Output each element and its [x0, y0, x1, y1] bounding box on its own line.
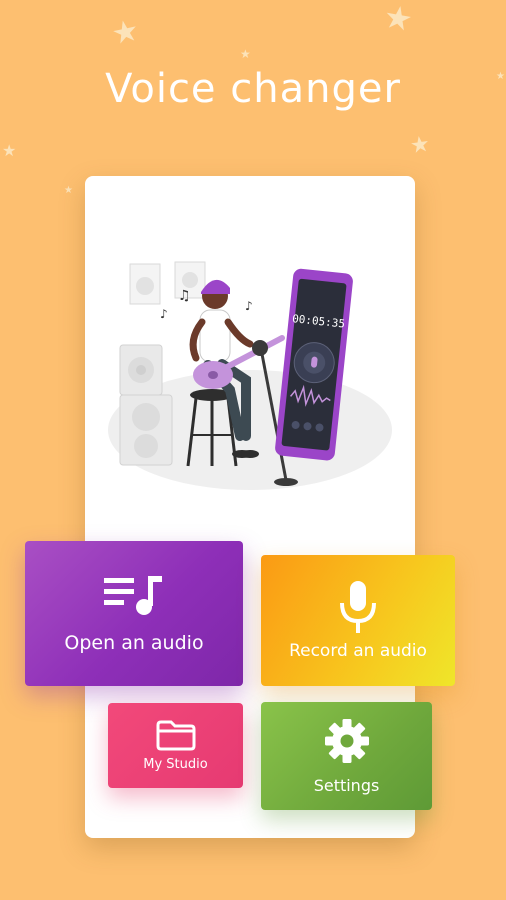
microphone-icon — [340, 580, 376, 633]
star-decoration: ★ — [64, 185, 73, 196]
gear-icon — [324, 718, 369, 763]
star-decoration: ★ — [408, 130, 432, 159]
music-list-icon — [104, 575, 162, 615]
svg-text:♫: ♫ — [178, 288, 191, 304]
folder-icon — [156, 720, 195, 751]
star-decoration: ★ — [2, 143, 17, 160]
singer-illustration: ♫ ♪ ♪ 00:05:35 — [108, 261, 392, 490]
open-audio-label: Open an audio — [64, 631, 204, 654]
record-audio-label: Record an audio — [289, 640, 427, 661]
my-studio-button[interactable]: My Studio — [108, 703, 243, 788]
open-audio-button[interactable]: Open an audio — [25, 541, 243, 686]
star-decoration: ★ — [381, 0, 416, 39]
svg-text:♪: ♪ — [245, 299, 253, 313]
settings-label: Settings — [313, 775, 380, 795]
svg-text:♪: ♪ — [160, 307, 168, 321]
settings-button[interactable]: Settings — [261, 702, 432, 810]
star-decoration: ★ — [240, 47, 251, 61]
record-audio-button[interactable]: Record an audio — [261, 555, 455, 686]
star-decoration: ★ — [108, 13, 142, 52]
my-studio-label: My Studio — [143, 757, 208, 772]
app-title: Voice changer — [105, 66, 401, 112]
